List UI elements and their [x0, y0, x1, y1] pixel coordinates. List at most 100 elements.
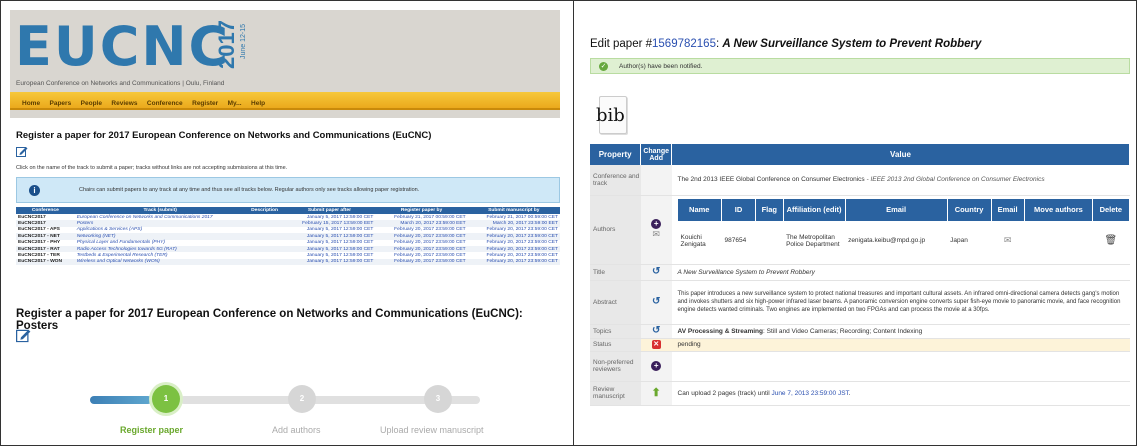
col-move: Move authors [1024, 198, 1094, 221]
delete-author-icon[interactable]: 🗑 [1093, 221, 1129, 261]
nav-my[interactable]: My... [228, 96, 242, 112]
col-country: Country [947, 198, 992, 221]
nav-register[interactable]: Register [192, 96, 218, 112]
col-description: Description [245, 207, 284, 214]
prop-authors: Authors [590, 195, 641, 265]
wizard-label-3: Upload review manuscript [380, 425, 484, 435]
edit-topics-icon[interactable]: ↺ [651, 326, 661, 336]
panel-divider [573, 0, 574, 446]
row-abstract: Abstract ↺ This paper introduces a new s… [590, 280, 1130, 325]
nav-home[interactable]: Home [22, 96, 40, 112]
col-flag: Flag [755, 198, 784, 221]
col-name: Name [677, 198, 722, 221]
edit-pencil-icon[interactable] [16, 326, 31, 343]
paper-properties-table: Property Change Add Value Conference and… [590, 144, 1130, 406]
edit-title-icon[interactable]: ↺ [651, 267, 661, 277]
author-affiliation-link[interactable]: The Metropolitan Police Department [783, 221, 845, 261]
wizard-label-2: Add authors [272, 425, 321, 435]
review-suffix: . [848, 389, 851, 397]
register-title-posters: Register a paper for 2017 European Confe… [16, 308, 523, 332]
chg-authors: + ✉ [640, 195, 672, 265]
row-review: Review manuscript ⬆ Can upload 2 pages (… [590, 381, 1130, 406]
col-change-add: Change Add [640, 144, 672, 165]
prop-conference: Conference and track [590, 165, 641, 196]
val-topics: AV Processing & Streaming: Still and Vid… [671, 324, 1130, 339]
col-delete: Delete [1092, 198, 1130, 221]
email-authors-icon[interactable]: ✉ [652, 229, 660, 239]
edit-paper-heading: Edit paper #1569782165: A New Surveillan… [590, 38, 981, 50]
author-row: Kouichi Zenigata 987654 The Metropolitan… [678, 221, 1130, 261]
info-icon: i [29, 185, 40, 196]
bib-label: bib [596, 105, 625, 126]
wizard-step-3[interactable]: 3 [424, 385, 452, 413]
prop-title: Title [590, 264, 641, 281]
chg-empty [640, 165, 672, 196]
author-id: 987654 [724, 237, 747, 244]
val-abstract: This paper introduces a new surveillance… [671, 280, 1130, 325]
col-affiliation: Affiliation (edit) [783, 198, 846, 221]
col-register-by: Register paper by [375, 207, 468, 214]
conference-name: The 2nd 2013 IEEE Global Conference on C… [677, 176, 865, 184]
nav-people[interactable]: People [81, 96, 102, 112]
chg-nonpref: + [640, 351, 672, 382]
edit-prefix: Edit paper # [590, 38, 653, 50]
topic-sub: : Still and Video Cameras; Recording; Co… [763, 327, 923, 335]
success-banner: ✓ Author(s) have been notified. [590, 58, 1130, 74]
prop-topics: Topics [590, 324, 641, 339]
col-id: ID [721, 198, 757, 221]
nav-reviews[interactable]: Reviews [111, 96, 137, 112]
row-nonpref: Non-preferred reviewers + [590, 351, 1130, 382]
notified-text: Author(s) have been notified. [619, 63, 703, 70]
logo-year: 2017 [214, 20, 239, 69]
eucnc-logo[interactable]: EUCNC [15, 16, 230, 78]
wizard-step-1[interactable]: 1 [152, 385, 180, 413]
edit-pencil-icon[interactable] [16, 144, 28, 157]
author-name-link[interactable]: Kouichi Zenigata [678, 221, 722, 261]
withdraw-icon[interactable]: ✕ [651, 340, 661, 349]
email-author-icon[interactable]: ✉ [991, 221, 1024, 261]
val-nonpref [671, 351, 1130, 382]
col-value: Value [671, 144, 1130, 165]
logo-dates: June 12-15 [240, 24, 247, 60]
prop-abstract: Abstract [590, 280, 641, 325]
row-authors: Authors + ✉ Name ID Flag Affiliation (ed… [590, 195, 1130, 265]
register-title-eucnc: Register a paper for 2017 European Confe… [16, 130, 432, 141]
cell-date: February 20, 2017 23:59:00 CET [467, 258, 560, 266]
tracks-table: Conference Track (submit) Description Su… [16, 207, 560, 266]
wizard-step-2[interactable]: 2 [288, 385, 316, 413]
val-title: A New Surveillance System to Prevent Rob… [671, 264, 1130, 281]
nav-papers[interactable]: Papers [50, 96, 72, 112]
topic-main: AV Processing & Streaming [677, 327, 764, 335]
registration-wizard: 1 2 3 Register paper Add authors Upload … [90, 365, 530, 435]
row-conference: Conference and track The 2nd 2013 IEEE G… [590, 165, 1130, 196]
add-author-icon[interactable]: + [651, 219, 662, 229]
upload-arrow-icon[interactable]: ⬆ [651, 388, 661, 399]
prop-status: Status [590, 338, 641, 352]
paper-id-link[interactable]: 1569782165 [652, 38, 716, 50]
review-deadline-link[interactable]: June 7, 2013 23:59:00 JST [771, 390, 848, 397]
val-status: pending [671, 338, 1130, 352]
bib-icon[interactable]: bib [596, 96, 627, 134]
left-panel-edas-register: EUCNC 2017 June 12-15 European Conferenc… [10, 10, 560, 440]
col-manuscript-by: Submit manuscript by [467, 207, 560, 214]
nav-conference[interactable]: Conference [147, 96, 183, 112]
prop-nonpref: Non-preferred reviewers [590, 351, 641, 382]
edit-abstract-icon[interactable]: ↺ [651, 297, 661, 307]
author-country: Japan [950, 237, 968, 244]
conference-track: - IEEE 2013 2nd Global Conference on Con… [864, 176, 1045, 184]
row-title: Title ↺ A New Surveillance System to Pre… [590, 264, 1130, 281]
nav-help[interactable]: Help [251, 96, 265, 112]
track-link[interactable]: Wireless and Optical Networks (WON) [74, 258, 246, 266]
chg-abstract: ↺ [640, 280, 672, 325]
author-email-link[interactable]: zenigata.keibu@mpd.go.jp [845, 221, 947, 261]
row-status: Status ✕ pending [590, 338, 1130, 352]
add-reviewer-icon[interactable]: + [651, 361, 662, 371]
author-flag [756, 221, 784, 261]
col-submit-after: Submit paper after [283, 207, 376, 214]
table-row: EuCNC2017 - WON Wireless and Optical Netw… [16, 258, 560, 266]
move-author-cell [1024, 221, 1093, 261]
col-email: Email [845, 198, 948, 221]
col-property: Property [590, 144, 642, 165]
col-track: Track (submit) [74, 207, 246, 214]
info-text: Chairs can submit papers to any track at… [79, 187, 420, 193]
